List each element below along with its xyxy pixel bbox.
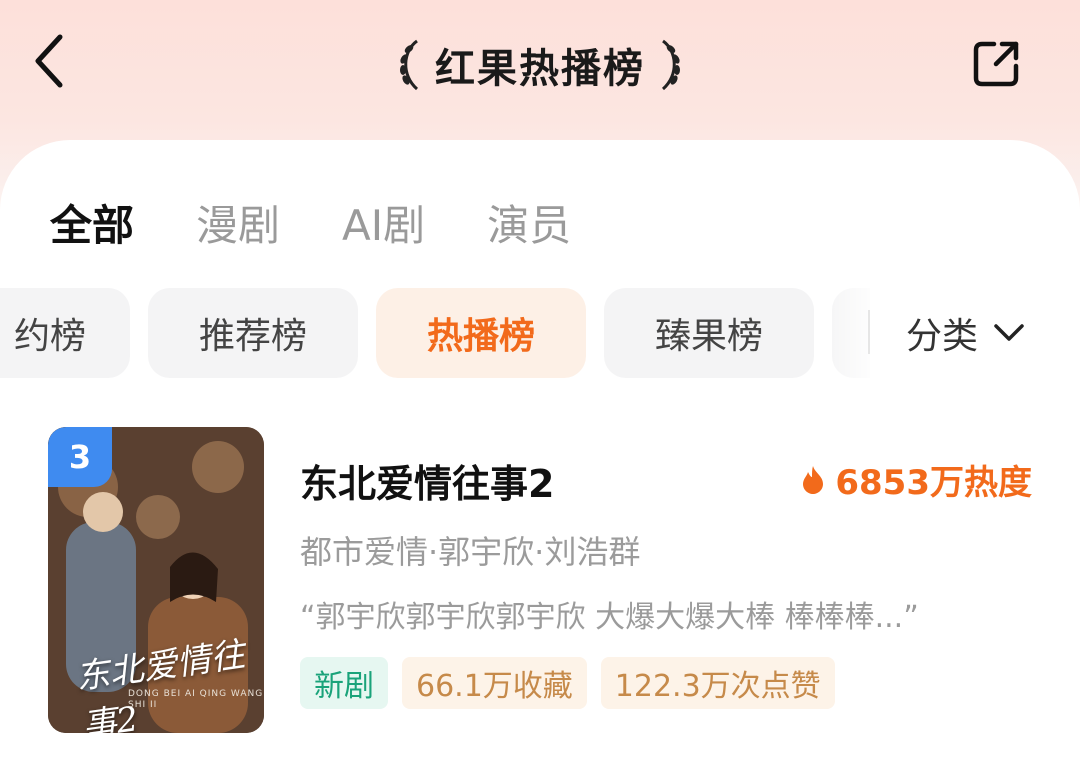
chip-yue-bang[interactable]: 约榜 — [0, 288, 130, 378]
ranking-item[interactable]: 3 东北爱情往事2 DONG BEI AI QING WANG SHI II 东… — [48, 427, 1048, 737]
share-icon — [973, 41, 1019, 87]
chevron-down-icon — [994, 324, 1024, 341]
chip-zhen-guo[interactable]: 臻果榜 — [604, 288, 814, 378]
tag-likes: 122.3万次点赞 — [600, 657, 835, 709]
tab-manju[interactable]: 漫剧 — [196, 192, 280, 253]
title-area: 红果热播榜 — [0, 30, 1080, 100]
flame-icon — [803, 465, 824, 494]
chip-recommend[interactable]: 推荐榜 — [148, 288, 358, 378]
poster-image[interactable]: 3 东北爱情往事2 DONG BEI AI QING WANG SHI II — [48, 427, 264, 733]
chip-hot-play[interactable]: 热播榜 — [376, 288, 586, 378]
laurel-left-icon — [400, 39, 419, 91]
header: 红果热播榜 — [0, 0, 1080, 140]
tab-all[interactable]: 全部 — [50, 192, 134, 253]
divider — [868, 310, 870, 354]
category-label: 分类 — [906, 316, 979, 357]
top-tabs: 全部 漫剧 AI剧 演员 — [50, 192, 571, 253]
rank-badge: 3 — [48, 427, 112, 487]
tag-favorites: 66.1万收藏 — [402, 657, 587, 709]
tab-ai-drama[interactable]: AI剧 — [342, 192, 425, 253]
laurel-right-icon — [661, 39, 680, 91]
content-sheet: 全部 漫剧 AI剧 演员 约榜 推荐榜 热播榜 臻果榜 分类 3 东北爱情往事2… — [0, 140, 1080, 780]
ranking-chips: 约榜 推荐榜 热播榜 臻果榜 — [0, 288, 870, 378]
page-title: 红果热播榜 — [435, 46, 645, 92]
chip-fade — [820, 280, 880, 380]
tag-new: 新剧 — [300, 657, 388, 709]
share-button[interactable] — [966, 34, 1026, 94]
show-quote: “郭宇欣郭宇欣郭宇欣 大爆大爆大棒 棒棒棒...” — [300, 600, 919, 635]
poster-subtitle: DONG BEI AI QING WANG SHI II — [128, 689, 264, 710]
tag-list: 新剧 66.1万收藏 122.3万次点赞 — [300, 657, 835, 709]
tab-actors[interactable]: 演员 — [487, 192, 571, 253]
show-title[interactable]: 东北爱情往事2 — [300, 453, 554, 508]
heat-value: 6853万热度 — [835, 463, 1032, 503]
category-dropdown[interactable]: 分类 — [906, 288, 1026, 378]
heat-indicator: 6853万热度 — [801, 455, 1032, 504]
show-meta: 都市爱情·郭宇欣·刘浩群 — [300, 533, 641, 571]
